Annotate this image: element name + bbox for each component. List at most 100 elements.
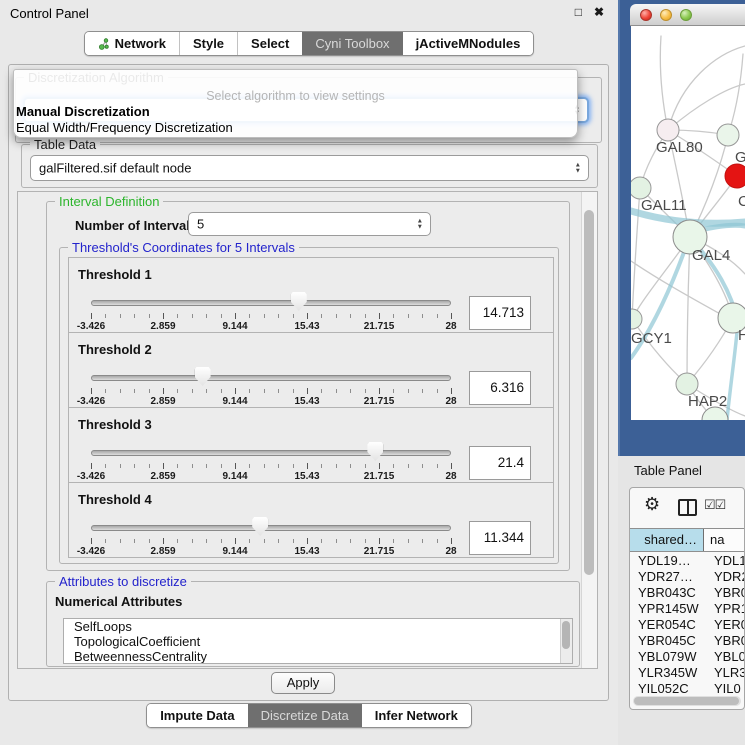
- scrollbar-thumb[interactable]: [584, 210, 594, 575]
- threshold-slider[interactable]: -3.4262.8599.14415.4321.71528: [91, 442, 451, 482]
- slider-tick: [422, 464, 423, 468]
- network-edge[interactable]: [632, 319, 687, 384]
- table-cell: YBR0: [704, 633, 744, 649]
- threshold-value-field[interactable]: 11.344: [469, 521, 531, 555]
- scale-label: 2.859: [150, 321, 175, 332]
- slider-tick: [422, 314, 423, 318]
- vertical-scrollbar[interactable]: [581, 192, 597, 668]
- slider-tick: [235, 313, 236, 319]
- number-of-intervals-combobox[interactable]: 5 ▲ ▼: [188, 212, 431, 236]
- attribute-list-item[interactable]: BetweennessCentrality: [64, 649, 572, 664]
- settings-scroll-pane: Interval Definition Number of Intervals …: [17, 191, 598, 669]
- network-edge[interactable]: [727, 322, 738, 420]
- table-cell: YLR3: [704, 665, 744, 681]
- table-row[interactable]: YBR043CYBR0: [630, 585, 744, 601]
- zoom-traffic-light-icon[interactable]: [680, 9, 692, 21]
- threshold-value-field[interactable]: 14.713: [469, 296, 531, 330]
- minimize-traffic-light-icon[interactable]: [660, 9, 672, 21]
- slider-tick: [249, 314, 250, 318]
- tab-style[interactable]: Style: [179, 32, 237, 55]
- tab-jactivemnodules[interactable]: jActiveMNodules: [403, 32, 534, 55]
- table-row[interactable]: YER054CYER0: [630, 617, 744, 633]
- numerical-attributes-list[interactable]: SelfLoopsTopologicalCoefficientBetweenne…: [63, 618, 573, 664]
- apply-button[interactable]: Apply: [271, 672, 335, 694]
- tab-network[interactable]: Network: [85, 32, 179, 55]
- network-window-titlebar: [630, 4, 745, 26]
- network-edge[interactable]: [632, 188, 640, 319]
- column-header-name[interactable]: na: [704, 529, 744, 551]
- slider-tick: [350, 389, 351, 393]
- network-node-gcy1[interactable]: [631, 309, 642, 329]
- attribute-list-item[interactable]: TopologicalCoefficient: [64, 634, 572, 649]
- network-node-red[interactable]: [725, 164, 745, 188]
- threshold-slider[interactable]: -3.4262.8599.14415.4321.71528: [91, 367, 451, 407]
- table-row[interactable]: YPR145WYPR1: [630, 601, 744, 617]
- tab-cyni-toolbox[interactable]: Cyni Toolbox: [302, 32, 402, 55]
- close-traffic-light-icon[interactable]: [640, 9, 652, 21]
- close-icon[interactable]: ✖: [594, 5, 604, 19]
- threshold-value-field[interactable]: 6.316: [469, 371, 531, 405]
- dropdown-option-manual-discretization[interactable]: Manual Discretization: [14, 104, 577, 120]
- scale-label: 9.144: [222, 471, 247, 482]
- network-edge[interactable]: [660, 36, 668, 130]
- slider-tick: [134, 389, 135, 393]
- slider-thumb[interactable]: [367, 442, 383, 461]
- horizontal-scrollbar[interactable]: [633, 696, 741, 706]
- slider-tick: [422, 539, 423, 543]
- slider-tick: [307, 313, 308, 319]
- dropdown-option-equal-width-frequency-discretization[interactable]: Equal Width/Frequency Discretization: [14, 120, 577, 136]
- slider-tick: [249, 539, 250, 543]
- tab-label: Infer Network: [375, 708, 458, 723]
- scrollbar-thumb[interactable]: [634, 697, 739, 705]
- table-row[interactable]: YDR27…YDR2: [630, 569, 744, 585]
- slider-tick: [422, 389, 423, 393]
- slider-tick: [91, 313, 92, 319]
- select-columns-icon[interactable]: ☑☑: [704, 497, 725, 513]
- scrollbar-thumb[interactable]: [562, 621, 570, 649]
- network-node-gal11[interactable]: [631, 177, 651, 199]
- threshold-slider[interactable]: -3.4262.8599.14415.4321.71528: [91, 517, 451, 557]
- tab-discretize-data[interactable]: Discretize Data: [248, 704, 362, 727]
- slider-tick: [177, 539, 178, 543]
- slider-tick: [163, 463, 164, 469]
- network-node-gal80[interactable]: [657, 119, 679, 141]
- slider-thumb[interactable]: [252, 517, 268, 536]
- slider-tick: [91, 388, 92, 394]
- network-view-canvas[interactable]: GAL80GACGAL11GAL4GCY1HHAP2: [631, 26, 745, 420]
- attribute-list-item[interactable]: SelfLoops: [64, 619, 572, 634]
- tab-select[interactable]: Select: [237, 32, 302, 55]
- attributes-list-scrollbar[interactable]: [560, 619, 572, 663]
- network-edge[interactable]: [668, 84, 745, 130]
- table-row[interactable]: YLR345WYLR3: [630, 665, 744, 681]
- slider-thumb[interactable]: [195, 367, 211, 386]
- thresholds-group-title: Threshold's Coordinates for 5 Intervals: [68, 240, 299, 255]
- table-row[interactable]: YIL052CYIL0: [630, 681, 744, 694]
- slider-thumb[interactable]: [291, 292, 307, 311]
- slider-tick: [149, 539, 150, 543]
- table-cell: YBR045C: [630, 633, 704, 649]
- slider-tick: [278, 389, 279, 393]
- network-node-ga[interactable]: [717, 124, 739, 146]
- network-edge[interactable]: [728, 54, 743, 135]
- tab-infer-network[interactable]: Infer Network: [362, 704, 471, 727]
- tab-impute-data[interactable]: Impute Data: [147, 704, 247, 727]
- table-header-row: shared… na: [630, 528, 744, 552]
- gear-icon[interactable]: ⚙: [644, 494, 660, 515]
- threshold-slider[interactable]: -3.4262.8599.14415.4321.71528: [91, 292, 451, 332]
- node-label: HAP2: [688, 393, 727, 410]
- attributes-group-title: Attributes to discretize: [55, 574, 191, 589]
- float-window-icon[interactable]: □: [575, 5, 582, 19]
- table-row[interactable]: YBL079WYBL0: [630, 649, 744, 665]
- slider-tick: [451, 388, 452, 394]
- slider-tick: [350, 539, 351, 543]
- slider-tick: [264, 389, 265, 393]
- network-edge[interactable]: [687, 237, 690, 384]
- column-header-shared[interactable]: shared…: [630, 529, 704, 551]
- threshold-value-field[interactable]: 21.4: [469, 446, 531, 480]
- split-view-icon[interactable]: [678, 499, 697, 516]
- table-data-combobox[interactable]: galFiltered.sif default node ▲ ▼: [30, 155, 589, 181]
- slider-tick: [149, 389, 150, 393]
- network-node-hap2[interactable]: [676, 373, 698, 395]
- table-row[interactable]: YBR045CYBR0: [630, 633, 744, 649]
- table-row[interactable]: YDL19…YDL1: [630, 553, 744, 569]
